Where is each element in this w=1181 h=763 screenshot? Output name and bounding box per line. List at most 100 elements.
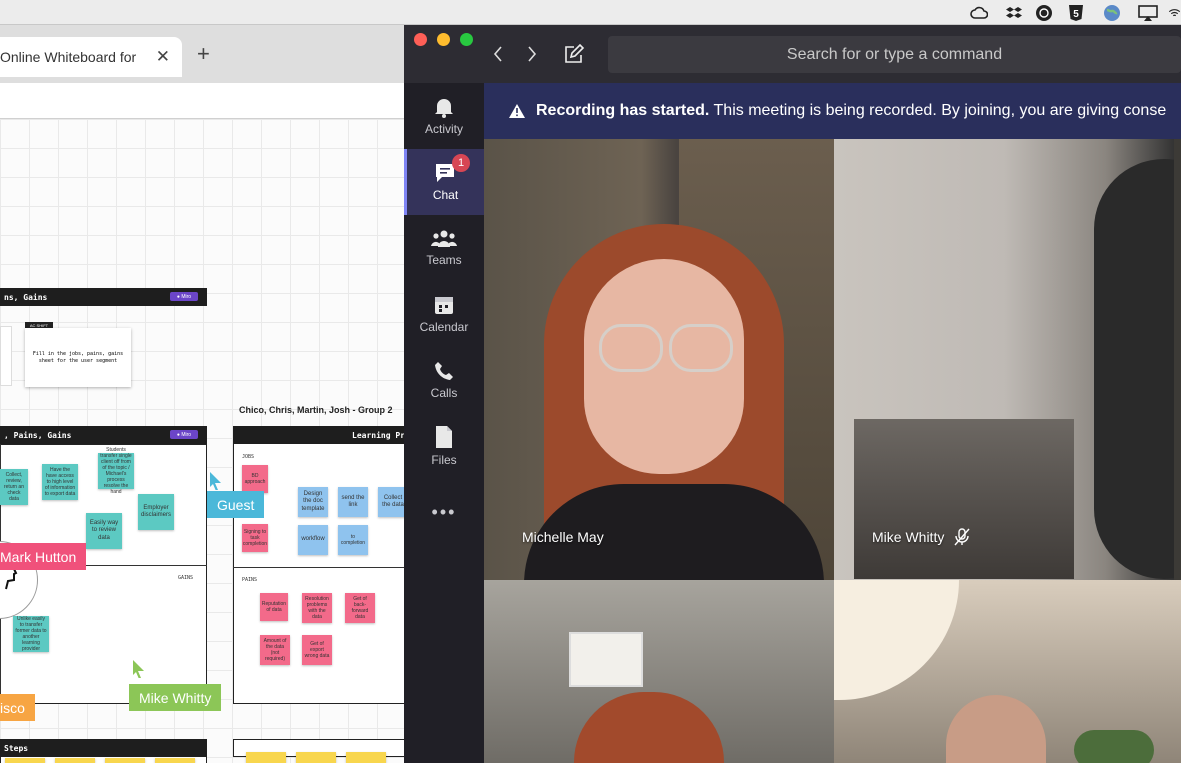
rail-label: Teams (426, 253, 462, 267)
phone-icon (435, 362, 453, 380)
sticky-note[interactable]: Have the have access to high level of in… (42, 464, 78, 500)
sticky-note[interactable]: workflow (298, 525, 328, 555)
plant (1074, 730, 1154, 763)
sticky-note[interactable]: to completion (338, 525, 368, 555)
vpn-globe-icon[interactable] (1034, 3, 1054, 22)
frame-title: Learning Pr (352, 430, 405, 440)
svg-text:5: 5 (1073, 9, 1079, 20)
rail-label: Chat (432, 188, 459, 202)
browser-tab[interactable]: Online Whiteboard for ✕ (0, 37, 182, 77)
instruction-card[interactable]: Fill in the jobs, pains, gains sheet for… (25, 328, 131, 387)
sticky-note[interactable]: Easily way to review data (86, 513, 122, 549)
rail-label: Files (431, 453, 457, 467)
sticky-note[interactable] (296, 752, 336, 763)
whiteboard-canvas[interactable]: ns, Gains ● Miro AC SHIFT Fill in the jo… (0, 119, 413, 763)
sticky-note[interactable] (5, 758, 45, 763)
participant-name: Mike Whitty (872, 529, 945, 545)
participant-blur (1094, 159, 1174, 579)
frame-title: , Pains, Gains (4, 430, 72, 440)
frame-header: Steps (0, 739, 207, 757)
sticky-note[interactable]: Collect, review, return an check data (0, 469, 28, 505)
divider (233, 567, 413, 568)
sticky-note[interactable]: Get of export wrong data (302, 635, 332, 665)
close-window-button[interactable] (414, 33, 427, 46)
sticky-note[interactable]: send the link (338, 487, 368, 517)
rail-item-teams[interactable]: Teams (404, 215, 484, 281)
airplay-icon[interactable] (1138, 3, 1158, 22)
video-tile-edge (1174, 139, 1181, 580)
cursor-label-mike: Mike Whitty (129, 684, 222, 711)
bell-icon (435, 99, 453, 118)
sticky-note[interactable]: Unlike easily to transfer former data to… (13, 616, 49, 652)
back-arrow-icon[interactable] (493, 46, 503, 62)
video-tile-mike[interactable]: Mike Whitty (834, 139, 1174, 580)
sticky-note[interactable]: Design the doc template (298, 487, 328, 517)
teams-app-bar: Activity Chat 1 Teams Calendar Calls Fil… (404, 83, 484, 763)
search-input[interactable]: Search for or type a command (608, 36, 1181, 73)
more-apps-button[interactable]: ••• (404, 479, 484, 545)
rail-label: Calls (430, 386, 458, 400)
participant-name: Michelle May (522, 529, 604, 545)
wifi-icon[interactable] (1168, 3, 1181, 22)
rail-item-calls[interactable]: Calls (404, 347, 484, 413)
address-bar[interactable] (0, 83, 406, 119)
sticky-note[interactable]: Students transfer single client off from… (98, 447, 134, 495)
participant-head (946, 695, 1046, 763)
cursor-pointer-icon (210, 472, 221, 490)
video-tile-michelle[interactable]: Michelle May (484, 139, 834, 580)
sticky-note[interactable] (346, 752, 386, 763)
compose-icon[interactable] (564, 44, 585, 65)
video-tile-participant-3[interactable] (484, 580, 834, 763)
miro-pill: ● Miro (170, 292, 198, 301)
s-badge-icon[interactable]: 5 (1066, 3, 1086, 22)
video-tile-participant-4[interactable] (834, 580, 1181, 763)
background-blur (854, 419, 1074, 579)
pains-label: PAINS (242, 577, 258, 583)
glasses (669, 324, 733, 372)
teams-titlebar: Search for or type a command (404, 25, 1181, 83)
cursor-label-mark: Mark Hutton (0, 543, 87, 570)
calendar-icon (435, 297, 453, 314)
file-icon (436, 426, 452, 448)
sticky-note[interactable]: Reputation of data (260, 593, 288, 621)
rail-label: Calendar (419, 320, 469, 334)
gains-label: GAINS (178, 575, 194, 581)
warning-icon (509, 104, 525, 118)
sticky-note[interactable]: Resolution problems with the data (302, 593, 332, 623)
new-tab-button[interactable]: + (197, 41, 210, 67)
miro-pill: ● Miro (170, 430, 198, 439)
browser-window: Online Whiteboard for ✕ + ns, Gains ● Mi… (0, 25, 413, 763)
close-tab-icon[interactable]: ✕ (156, 47, 170, 67)
more-icon: ••• (431, 501, 457, 522)
sticky-note[interactable] (246, 752, 286, 763)
sticky-note[interactable]: Get of back-forward data (345, 593, 375, 623)
sticky-note[interactable]: Signing to task completion (242, 524, 268, 552)
zoom-window-button[interactable] (460, 33, 473, 46)
sticky-note[interactable]: Amount of the data (not required) (260, 635, 290, 665)
rail-item-activity[interactable]: Activity (404, 83, 484, 149)
dropbox-icon[interactable] (1004, 3, 1024, 22)
rail-item-files[interactable]: Files (404, 413, 484, 479)
cursor-label-orange: isco (0, 694, 35, 721)
banner-title: Recording has started. (536, 102, 710, 119)
minimize-window-button[interactable] (437, 33, 450, 46)
banner-text: This meeting is being recorded. By joini… (709, 102, 1167, 119)
card (0, 326, 12, 386)
frame-title: ns, Gains (4, 292, 48, 302)
creative-cloud-icon[interactable] (969, 3, 989, 22)
tab-title: Online Whiteboard for (0, 49, 137, 65)
group-title: Chico, Chris, Martin, Josh - Group 2 (239, 405, 393, 415)
unread-badge: 1 (452, 154, 470, 172)
browser-globe-icon[interactable] (1102, 3, 1122, 22)
sticky-note[interactable]: Employer disclaimers (138, 494, 174, 530)
rail-item-calendar[interactable]: Calendar (404, 281, 484, 347)
recording-banner: Recording has started. This meeting is b… (484, 83, 1181, 139)
forward-arrow-icon[interactable] (527, 46, 537, 62)
mac-menubar: 5 (0, 0, 1181, 25)
sticky-note[interactable] (55, 758, 95, 763)
wall-picture (569, 632, 643, 687)
sticky-note[interactable]: BD approach (242, 465, 268, 493)
sticky-note[interactable] (155, 758, 195, 763)
sticky-note[interactable] (105, 758, 145, 763)
rail-item-chat[interactable]: Chat 1 (404, 149, 484, 215)
